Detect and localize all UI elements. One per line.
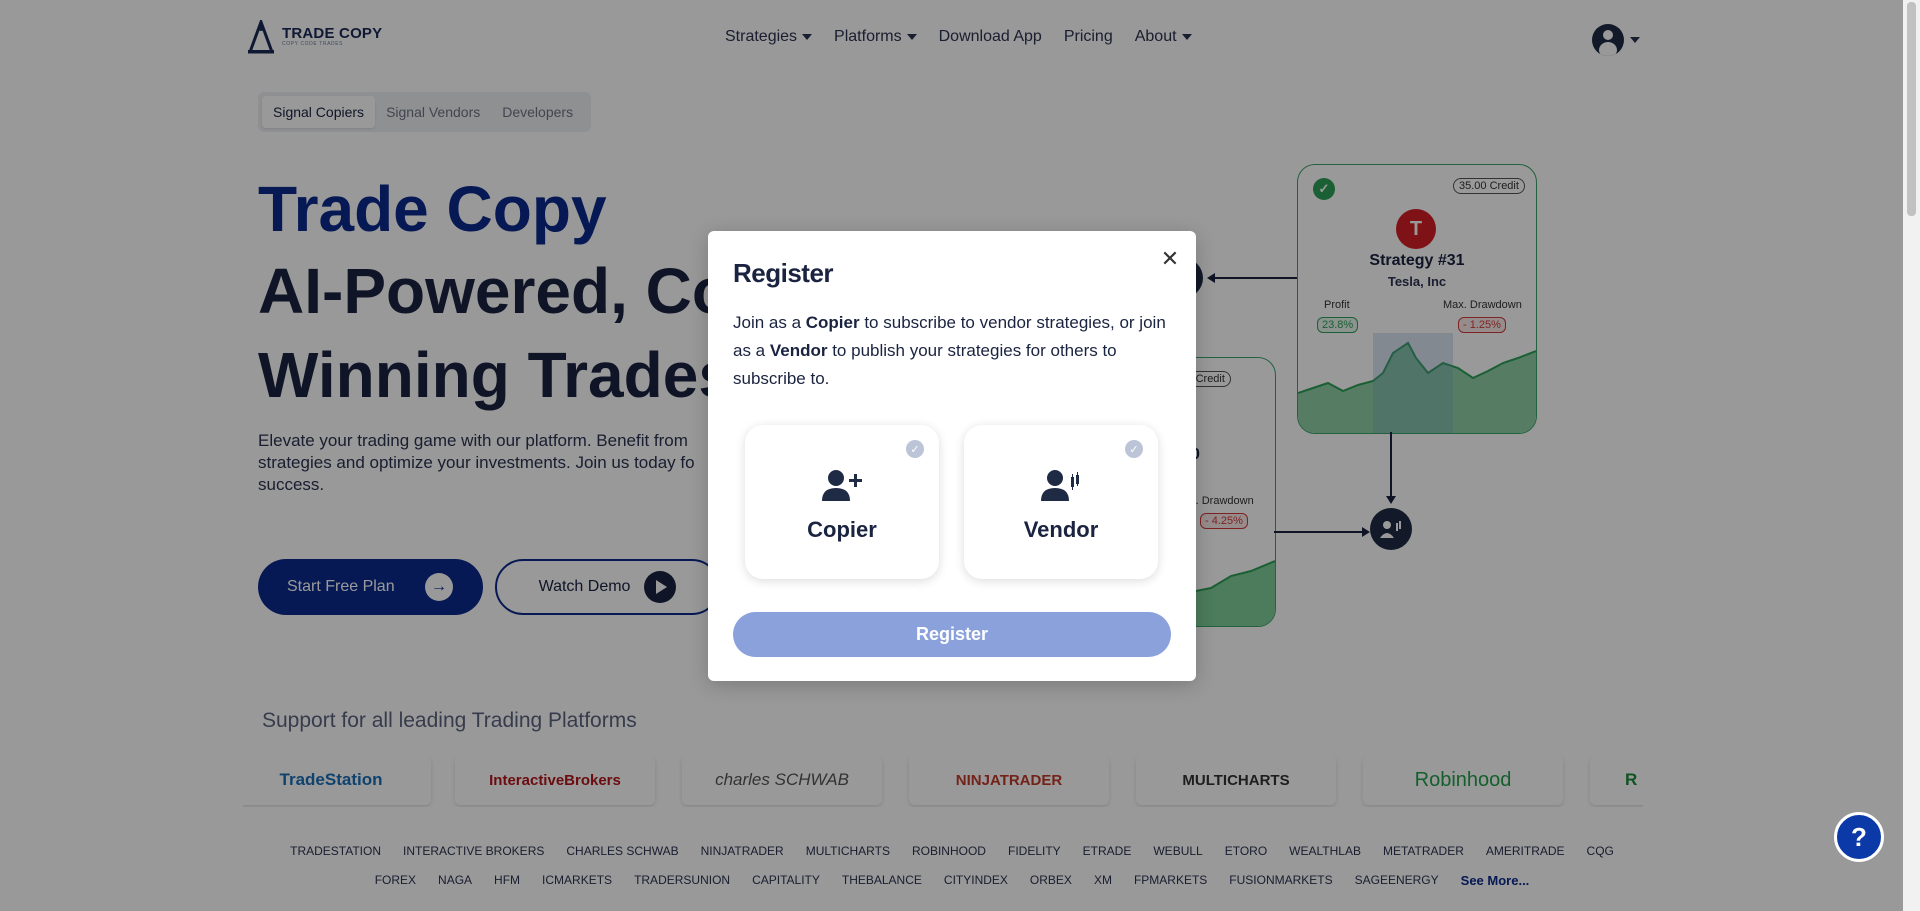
- desc-copier: Copier: [805, 313, 860, 332]
- close-icon[interactable]: ✕: [1159, 246, 1181, 271]
- modal-description: Join as a Copier to subscribe to vendor …: [733, 309, 1173, 393]
- checkmark-icon: ✓: [906, 440, 924, 458]
- scrollbar-thumb[interactable]: [1907, 2, 1916, 216]
- page-scrollbar[interactable]: [1903, 0, 1920, 911]
- desc-vendor: Vendor: [769, 341, 828, 360]
- modal-title: Register: [733, 258, 834, 288]
- user-candlestick-icon: [964, 469, 1158, 501]
- desc-text: Join as a: [733, 313, 806, 332]
- copier-label: Copier: [807, 517, 877, 542]
- register-button[interactable]: Register: [733, 612, 1171, 657]
- checkmark-icon: ✓: [1125, 440, 1143, 458]
- user-plus-icon: [745, 469, 939, 501]
- register-modal: Register ✕ Join as a Copier to subscribe…: [708, 231, 1196, 681]
- vendor-option-card[interactable]: ✓ Vendor: [964, 425, 1158, 579]
- question-icon: ?: [1851, 821, 1867, 852]
- copier-option-card[interactable]: ✓ Copier: [745, 425, 939, 579]
- vendor-label: Vendor: [1023, 517, 1099, 542]
- help-button[interactable]: ?: [1834, 812, 1884, 862]
